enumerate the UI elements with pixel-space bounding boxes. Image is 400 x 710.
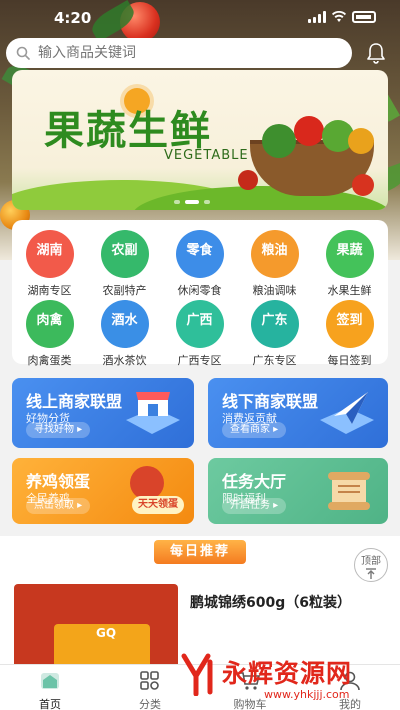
apple-illustration xyxy=(352,174,374,196)
category-daily-checkin[interactable]: 签到 每日签到 xyxy=(312,300,387,367)
product-name[interactable]: 鹏城锦绣600g（6粒装） xyxy=(190,592,351,612)
status-bar: 4:20 xyxy=(0,0,400,36)
category-label: 酒水茶饮 xyxy=(102,354,147,367)
category-label: 广东专区 xyxy=(252,354,297,367)
category-label: 水果生鲜 xyxy=(327,284,372,297)
category-hunan[interactable]: 湖南 湖南专区 xyxy=(12,230,87,297)
category-agri-icon: 农副 xyxy=(100,230,149,278)
banner-subtitle: VEGETABLE xyxy=(164,148,249,163)
calendar-icon: 签到 xyxy=(325,300,374,348)
category-label: 休闲零食 xyxy=(177,284,222,297)
daily-egg-tag: 天天领蛋 xyxy=(132,496,184,514)
category-fresh-fruit[interactable]: 果蔬 水果生鲜 xyxy=(312,230,387,297)
search-input[interactable] xyxy=(38,45,318,61)
category-guangxi-icon: 广西 xyxy=(175,300,224,348)
broccoli-illustration xyxy=(262,124,296,158)
arrow-up-icon xyxy=(366,568,376,579)
notification-bell-icon[interactable] xyxy=(366,42,386,64)
category-label: 肉禽蛋类 xyxy=(27,354,72,367)
category-agri-specialty[interactable]: 农副 农副特产 xyxy=(87,230,162,297)
pepper-illustration xyxy=(348,128,374,154)
category-label: 农副特产 xyxy=(102,284,147,297)
nav-category[interactable]: 分类 xyxy=(110,671,190,710)
category-guangdong[interactable]: 广东 广东专区 xyxy=(237,300,312,367)
nav-category-label: 分类 xyxy=(139,698,161,710)
offline-merchant-card[interactable]: 线下商家联盟 消费返贡献 查看商家 ▸ xyxy=(208,378,388,448)
find-goods-button[interactable]: 寻找好物 ▸ xyxy=(26,422,91,438)
view-merchants-button[interactable]: 查看商家 ▸ xyxy=(222,422,287,438)
bottom-navigation: 首页 分类 购物车 我的 xyxy=(0,664,400,710)
cart-icon xyxy=(240,672,261,690)
nav-home-label: 首页 xyxy=(39,698,61,710)
claim-button[interactable]: 点击领取 ▸ xyxy=(26,498,91,514)
back-to-top-label: 顶部 xyxy=(361,556,381,567)
category-snacks-icon: 零食 xyxy=(175,230,224,278)
back-to-top-button[interactable]: 顶部 xyxy=(354,548,388,582)
daily-recommend-header: 每日推荐 xyxy=(100,540,300,564)
search-icon xyxy=(16,46,30,60)
category-icon xyxy=(140,671,159,690)
pagination-dot[interactable] xyxy=(204,200,210,204)
pagination-dot[interactable] xyxy=(174,200,180,204)
promo-banner[interactable]: 果蔬生鲜 VEGETABLE xyxy=(12,70,388,210)
scroll-icon xyxy=(328,472,370,510)
nav-profile[interactable]: 我的 xyxy=(310,671,390,710)
storefront-map-icon xyxy=(126,392,180,434)
category-meat-eggs[interactable]: 肉禽 肉禽蛋类 xyxy=(12,300,87,367)
user-icon xyxy=(340,671,360,691)
daily-recommend-title: 每日推荐 xyxy=(153,540,246,564)
status-time: 4:20 xyxy=(54,9,92,27)
nav-cart-label: 购物车 xyxy=(233,698,267,710)
map-plane-icon xyxy=(320,392,374,434)
category-label: 每日签到 xyxy=(327,354,372,367)
raise-chicken-title: 养鸡领蛋 xyxy=(26,472,91,491)
category-hunan-icon: 湖南 xyxy=(25,230,74,278)
online-merchant-title: 线上商家联盟 xyxy=(26,392,123,411)
search-row xyxy=(0,38,400,68)
status-icons xyxy=(308,11,376,23)
online-merchant-card[interactable]: 线上商家联盟 好物分货 寻找好物 ▸ xyxy=(12,378,194,448)
raise-chicken-card[interactable]: 养鸡领蛋 全民养鸡 点击领取 ▸ 天天领蛋 xyxy=(12,458,194,524)
battery-icon xyxy=(352,11,376,23)
category-drinks[interactable]: 酒水 酒水茶饮 xyxy=(87,300,162,367)
category-fruit-icon: 果蔬 xyxy=(325,230,374,278)
wifi-icon xyxy=(332,11,346,22)
category-grain-oil[interactable]: 粮油 粮油调味 xyxy=(237,230,312,297)
pagination-dot-active[interactable] xyxy=(185,200,199,204)
category-grid: 湖南 湖南专区 农副 农副特产 零食 休闲零食 粮油 粮油调味 果蔬 水果生鲜 … xyxy=(12,220,388,367)
nav-profile-label: 我的 xyxy=(339,698,361,710)
category-drinks-icon: 酒水 xyxy=(100,300,149,348)
category-label: 广西专区 xyxy=(177,354,222,367)
task-hall-title: 任务大厅 xyxy=(222,472,287,491)
offline-merchant-title: 线下商家联盟 xyxy=(222,392,319,411)
category-guangdong-icon: 广东 xyxy=(250,300,299,348)
category-meat-icon: 肉禽 xyxy=(25,300,74,348)
category-guangxi[interactable]: 广西 广西专区 xyxy=(162,300,237,367)
tomato-illustration xyxy=(238,170,258,190)
banner-pagination xyxy=(174,200,210,204)
category-label: 粮油调味 xyxy=(252,284,297,297)
task-hall-card[interactable]: 任务大厅 限时福利 开启任务 ▸ xyxy=(208,458,388,524)
category-grain-icon: 粮油 xyxy=(250,230,299,278)
home-icon xyxy=(41,673,59,689)
tomato-illustration xyxy=(294,116,324,146)
search-bar[interactable] xyxy=(6,38,352,68)
brand-logo: GQ xyxy=(96,626,117,640)
category-snacks[interactable]: 零食 休闲零食 xyxy=(162,230,237,297)
signal-icon xyxy=(308,11,326,23)
nav-home[interactable]: 首页 xyxy=(10,671,90,710)
nav-cart[interactable]: 购物车 xyxy=(210,671,290,710)
chicken-icon xyxy=(130,466,164,500)
category-label: 湖南专区 xyxy=(27,284,72,297)
start-task-button[interactable]: 开启任务 ▸ xyxy=(222,498,287,514)
